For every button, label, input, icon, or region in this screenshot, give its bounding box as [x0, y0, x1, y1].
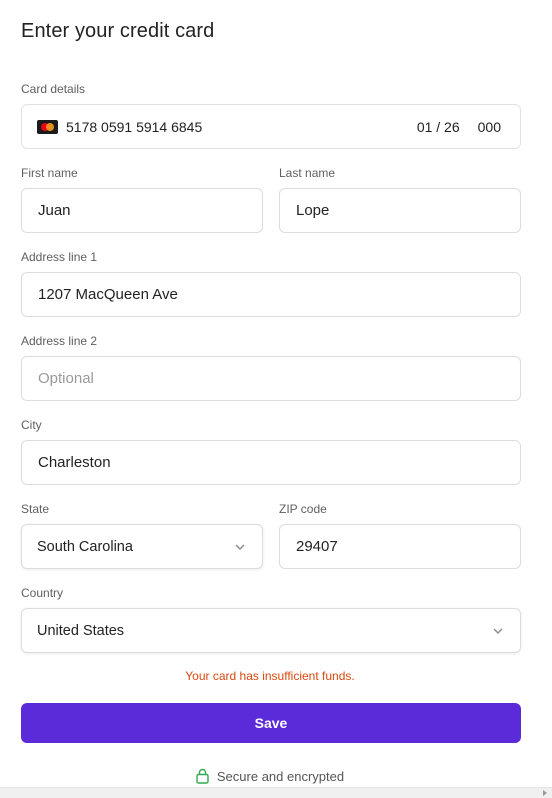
- secure-notice: Secure and encrypted: [0, 768, 540, 784]
- last-name-value: Lope: [296, 202, 330, 219]
- page-title: Enter your credit card: [21, 20, 215, 42]
- chevron-down-icon: [233, 540, 247, 554]
- state-select[interactable]: South Carolina: [21, 524, 263, 569]
- state-value: South Carolina: [37, 538, 133, 555]
- first-name-value: Juan: [38, 202, 71, 219]
- horizontal-scrollbar[interactable]: [0, 787, 552, 798]
- card-details-label: Card details: [21, 82, 86, 96]
- secure-text: Secure and encrypted: [216, 768, 345, 784]
- city-label: City: [21, 418, 42, 432]
- zip-code-field[interactable]: 29407: [279, 524, 521, 569]
- address-line-1-field[interactable]: 1207 MacQueen Ave: [21, 272, 521, 317]
- address-line-2-field[interactable]: Optional: [21, 356, 521, 401]
- mastercard-icon: [37, 119, 58, 134]
- error-message: Your card has insufficient funds.: [185, 669, 355, 683]
- address-line-1-value: 1207 MacQueen Ave: [38, 286, 178, 303]
- zip-code-value: 29407: [296, 538, 338, 555]
- last-name-field[interactable]: Lope: [279, 188, 521, 233]
- first-name-field[interactable]: Juan: [21, 188, 263, 233]
- state-label: State: [21, 502, 50, 516]
- first-name-label: First name: [21, 166, 78, 180]
- chevron-down-icon: [491, 624, 505, 638]
- zip-code-label: ZIP code: [279, 502, 327, 516]
- address-line-2-label: Address line 2: [21, 334, 98, 348]
- country-value: United States: [37, 622, 125, 639]
- country-label: Country: [21, 586, 64, 600]
- credit-card-form: Enter your credit card Card details 5178…: [0, 0, 552, 798]
- address-line-1-label: Address line 1: [21, 250, 98, 264]
- city-field[interactable]: Charleston: [21, 440, 521, 485]
- last-name-label: Last name: [279, 166, 336, 180]
- card-cvc-input[interactable]: 000: [478, 119, 501, 135]
- address-line-2-placeholder: Optional: [38, 370, 94, 387]
- scroll-right-arrow-icon[interactable]: [543, 790, 547, 796]
- lock-icon: [196, 768, 209, 784]
- city-value: Charleston: [38, 454, 111, 471]
- country-select[interactable]: United States: [21, 608, 521, 653]
- card-expiry-input[interactable]: 01 / 26: [417, 119, 460, 135]
- save-button[interactable]: Save: [21, 703, 521, 743]
- card-details-field[interactable]: 5178 0591 5914 6845 01 / 26 000: [21, 104, 521, 149]
- card-number-input[interactable]: 5178 0591 5914 6845: [66, 119, 417, 135]
